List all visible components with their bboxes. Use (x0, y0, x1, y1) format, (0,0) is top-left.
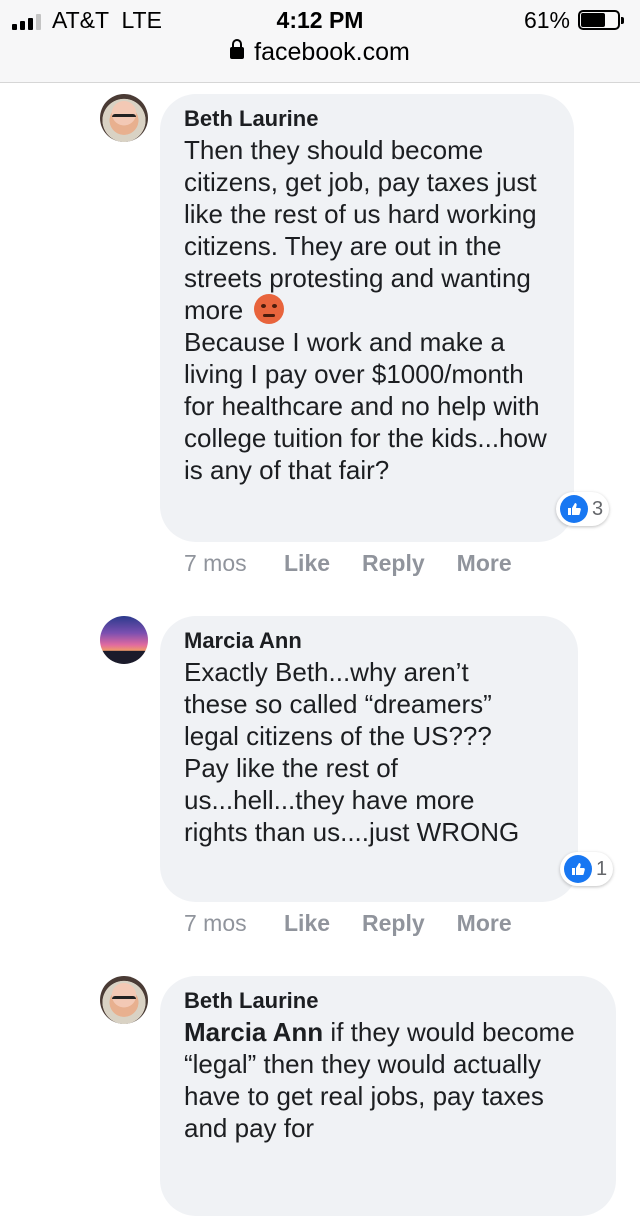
mention-link[interactable]: Marcia Ann (184, 1017, 323, 1047)
comment-author[interactable]: Beth Laurine (184, 986, 592, 1016)
address-bar[interactable]: facebook.com (0, 38, 640, 67)
like-reaction-icon (564, 855, 592, 883)
more-button[interactable]: More (457, 550, 512, 577)
comment-bubble: Beth Laurine Then they should become cit… (160, 94, 574, 542)
comment-bubble: Beth Laurine Marcia Ann if they would be… (160, 976, 616, 1216)
battery-icon (578, 10, 626, 32)
status-bar: AT&T LTE 4:12 PM 61% (0, 6, 640, 36)
reaction-badge[interactable]: 1 (560, 852, 614, 886)
lock-icon (230, 39, 245, 59)
avatar[interactable] (100, 94, 148, 142)
angry-face-emoji-icon (254, 294, 285, 324)
reaction-badge[interactable]: 3 (556, 492, 610, 526)
reaction-count: 3 (592, 497, 604, 520)
timestamp[interactable]: 7 mos (184, 550, 284, 577)
comment-actions: 7 mos Like Reply More (184, 550, 544, 577)
browser-top-bar: AT&T LTE 4:12 PM 61% facebook.com (0, 0, 640, 83)
battery-percent: 61% (523, 7, 570, 33)
comment-author[interactable]: Marcia Ann (184, 626, 554, 656)
like-reaction-icon (560, 495, 588, 523)
comment-actions: 7 mos Like Reply More (184, 910, 544, 937)
comment-text: Then they should become citizens, get jo… (184, 135, 547, 485)
comment-text: Marcia Ann if they would become “legal” … (184, 1017, 575, 1143)
reaction-count: 1 (596, 857, 608, 880)
avatar[interactable] (100, 616, 148, 664)
url-text: facebook.com (254, 38, 410, 66)
reply-button[interactable]: Reply (362, 550, 425, 577)
avatar[interactable] (100, 976, 148, 1024)
reply-button[interactable]: Reply (362, 910, 425, 937)
comment-bubble: Marcia Ann Exactly Beth...why aren’t the… (160, 616, 578, 902)
more-button[interactable]: More (457, 910, 512, 937)
comment-text: Exactly Beth...why aren’t these so calle… (184, 657, 520, 847)
timestamp[interactable]: 7 mos (184, 910, 284, 937)
like-button[interactable]: Like (284, 910, 330, 937)
comment-author[interactable]: Beth Laurine (184, 104, 550, 134)
like-button[interactable]: Like (284, 550, 330, 577)
